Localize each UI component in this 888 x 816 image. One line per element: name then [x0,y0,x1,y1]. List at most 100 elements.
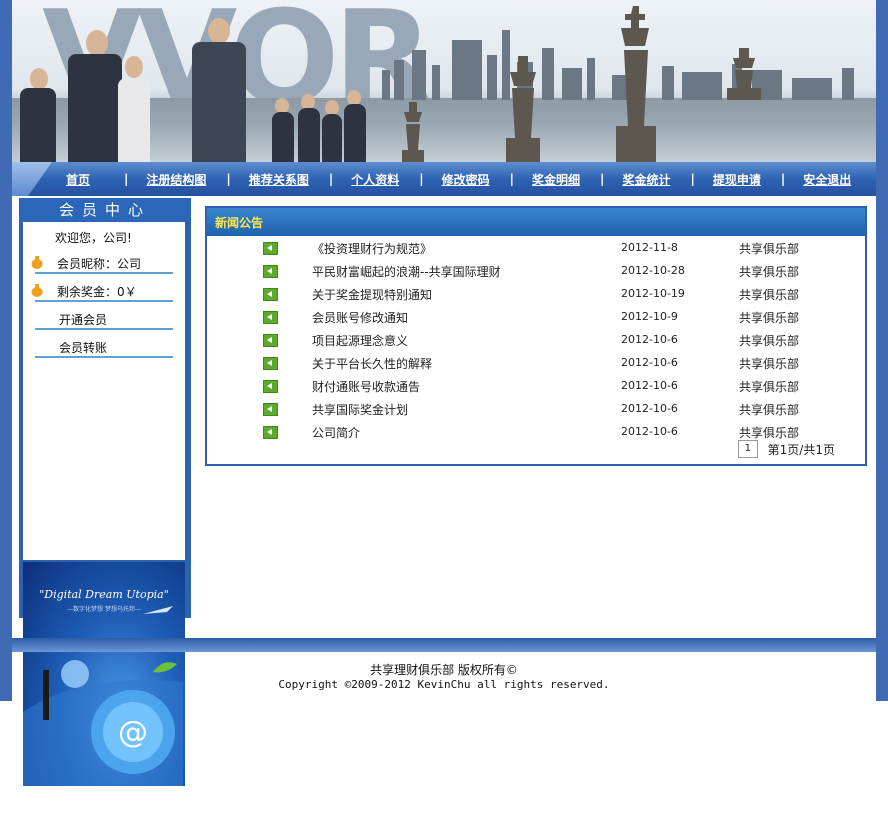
news-title[interactable]: 公司简介 [312,424,360,441]
chess-piece-image [727,48,761,100]
news-title[interactable]: 平民财富崛起的浪潮--共享国际理财 [312,263,501,280]
bonus-text: 剩余奖金：0￥ [57,285,137,299]
nav-item-profile[interactable]: 个人资料 [351,171,399,188]
news-heading: 新闻公告 [215,216,264,230]
speaker-icon [263,380,278,393]
money-bag-icon [31,256,43,269]
news-title[interactable]: 会员账号修改通知 [312,309,408,326]
news-source: 共享俱乐部 [739,288,800,302]
news-title[interactable]: 关于奖金提现特别通知 [312,286,432,303]
nav-item-referral-chart[interactable]: 推荐关系图 [249,171,309,188]
member-nickname: 会员昵称：公司 [23,252,185,274]
sidebar-item-transfer[interactable]: 会员转账 [23,336,185,358]
nav-separator: | [780,172,786,186]
page-number-button[interactable]: 1 [737,440,758,458]
nav-separator: | [690,172,695,186]
nav-item-bonus-details[interactable]: 奖金明细 [532,171,580,188]
speaker-icon [263,265,278,278]
sidebar-title: 会员中心 [19,198,191,222]
news-item[interactable]: 会员账号修改通知 2012-10-9 共享俱乐部 [207,309,865,332]
sidebar-item-open-member[interactable]: 开通会员 [23,308,185,330]
nav-separator: | [600,172,605,186]
news-date: 2012-10-6 [621,402,678,415]
nav-item-withdraw[interactable]: 提现申请 [713,171,761,188]
news-source: 共享俱乐部 [739,265,800,279]
chess-piece-image [506,56,540,162]
nav-separator: | [226,172,231,186]
news-title[interactable]: 关于平台长久性的解释 [312,355,432,372]
welcome-text: 欢迎您，公司! [55,231,132,245]
speaker-icon [263,288,278,301]
nav-item-registration-chart[interactable]: 注册结构图 [146,171,206,188]
news-item[interactable]: 共享国际奖金计划 2012-10-6 共享俱乐部 [207,401,865,424]
business-person-figure [270,96,296,162]
divider [35,356,173,358]
page-info: 第1页/共1页 [767,442,835,457]
business-person-figure [342,88,368,162]
nav-separator: | [124,172,129,186]
news-item[interactable]: 《投资理财行为规范》 2012-11-8 共享俱乐部 [207,240,865,263]
news-source: 共享俱乐部 [739,426,800,440]
nav-item-bonus-stats[interactable]: 奖金统计 [622,171,670,188]
nav-menu: 首页 | 注册结构图 | 推荐关系图 | 个人资料 | 修改密码 | 奖金明细 … [52,162,876,196]
nav-item-change-password[interactable]: 修改密码 [442,171,490,188]
chess-piece-image [402,102,424,162]
footer-bar [12,638,876,652]
news-date: 2012-10-6 [621,379,678,392]
welcome-message: 欢迎您，公司! [23,226,185,248]
speaker-icon [263,334,278,347]
news-source: 共享俱乐部 [739,357,800,371]
news-source: 共享俱乐部 [739,380,800,394]
business-person-figure [116,50,152,162]
nav-item-logout[interactable]: 安全退出 [803,171,851,188]
sidebar-menu: 欢迎您，公司! 会员昵称：公司 剩余奖金：0￥ 开通会员 会员转账 [23,222,185,560]
news-title[interactable]: 财付通账号收款通告 [312,378,420,395]
business-person-figure [64,20,124,162]
pagination: 1 第1页/共1页 [737,440,835,458]
nav-item-home[interactable]: 首页 [66,171,90,188]
page-frame-right [876,0,888,701]
remaining-bonus: 剩余奖金：0￥ [23,280,185,302]
speaker-icon [263,311,278,324]
news-title[interactable]: 共享国际奖金计划 [312,401,408,418]
news-date: 2012-10-19 [621,287,685,300]
footer-copyright-en: Copyright ©2009-2012 KevinChu all rights… [278,678,610,691]
divider [35,328,173,330]
news-item[interactable]: 关于奖金提现特别通知 2012-10-19 共享俱乐部 [207,286,865,309]
news-item[interactable]: 项目起源理念意义 2012-10-6 共享俱乐部 [207,332,865,355]
chess-piece-image [616,6,656,162]
speaker-icon [263,357,278,370]
news-title[interactable]: 项目起源理念意义 [312,332,408,349]
business-person-figure [16,62,60,162]
open-member-link[interactable]: 开通会员 [59,311,107,328]
footer-copyright-cn: 共享理财俱乐部 版权所有© [370,663,518,677]
nav-separator: | [509,172,515,186]
business-person-figure [188,10,248,162]
speaker-icon [263,403,278,416]
news-date: 2012-10-6 [621,356,678,369]
news-panel-header: 新闻公告 [207,208,865,236]
news-title[interactable]: 《投资理财行为规范》 [312,240,432,257]
news-source: 共享俱乐部 [739,242,800,256]
nickname-text: 会员昵称：公司 [57,257,142,271]
speaker-icon [263,242,278,255]
nav-separator: | [328,172,334,186]
transfer-link[interactable]: 会员转账 [59,339,107,356]
news-item[interactable]: 平民财富崛起的浪潮--共享国际理财 2012-10-28 共享俱乐部 [207,263,865,286]
news-item[interactable]: 关于平台长久性的解释 2012-10-6 共享俱乐部 [207,355,865,378]
news-item[interactable]: 财付通账号收款通告 2012-10-6 共享俱乐部 [207,378,865,401]
admin-link[interactable]: 后台管理 [19,794,191,811]
nav-separator: | [419,172,424,186]
admin-link-area: 后台管理 [19,786,191,816]
page-frame-left [0,0,12,701]
news-source: 共享俱乐部 [739,403,800,417]
news-date: 2012-10-6 [621,425,678,438]
news-date: 2012-10-6 [621,333,678,346]
business-person-figure [296,92,322,162]
news-date: 2012-11-8 [621,241,678,254]
member-sidebar: 会员中心 欢迎您，公司! 会员昵称：公司 剩余奖金：0￥ 开通会员 会员转账 "… [19,198,191,810]
business-person-figure [320,98,344,162]
money-bag-icon [31,284,43,297]
nav-decoration [12,162,52,196]
news-date: 2012-10-9 [621,310,678,323]
